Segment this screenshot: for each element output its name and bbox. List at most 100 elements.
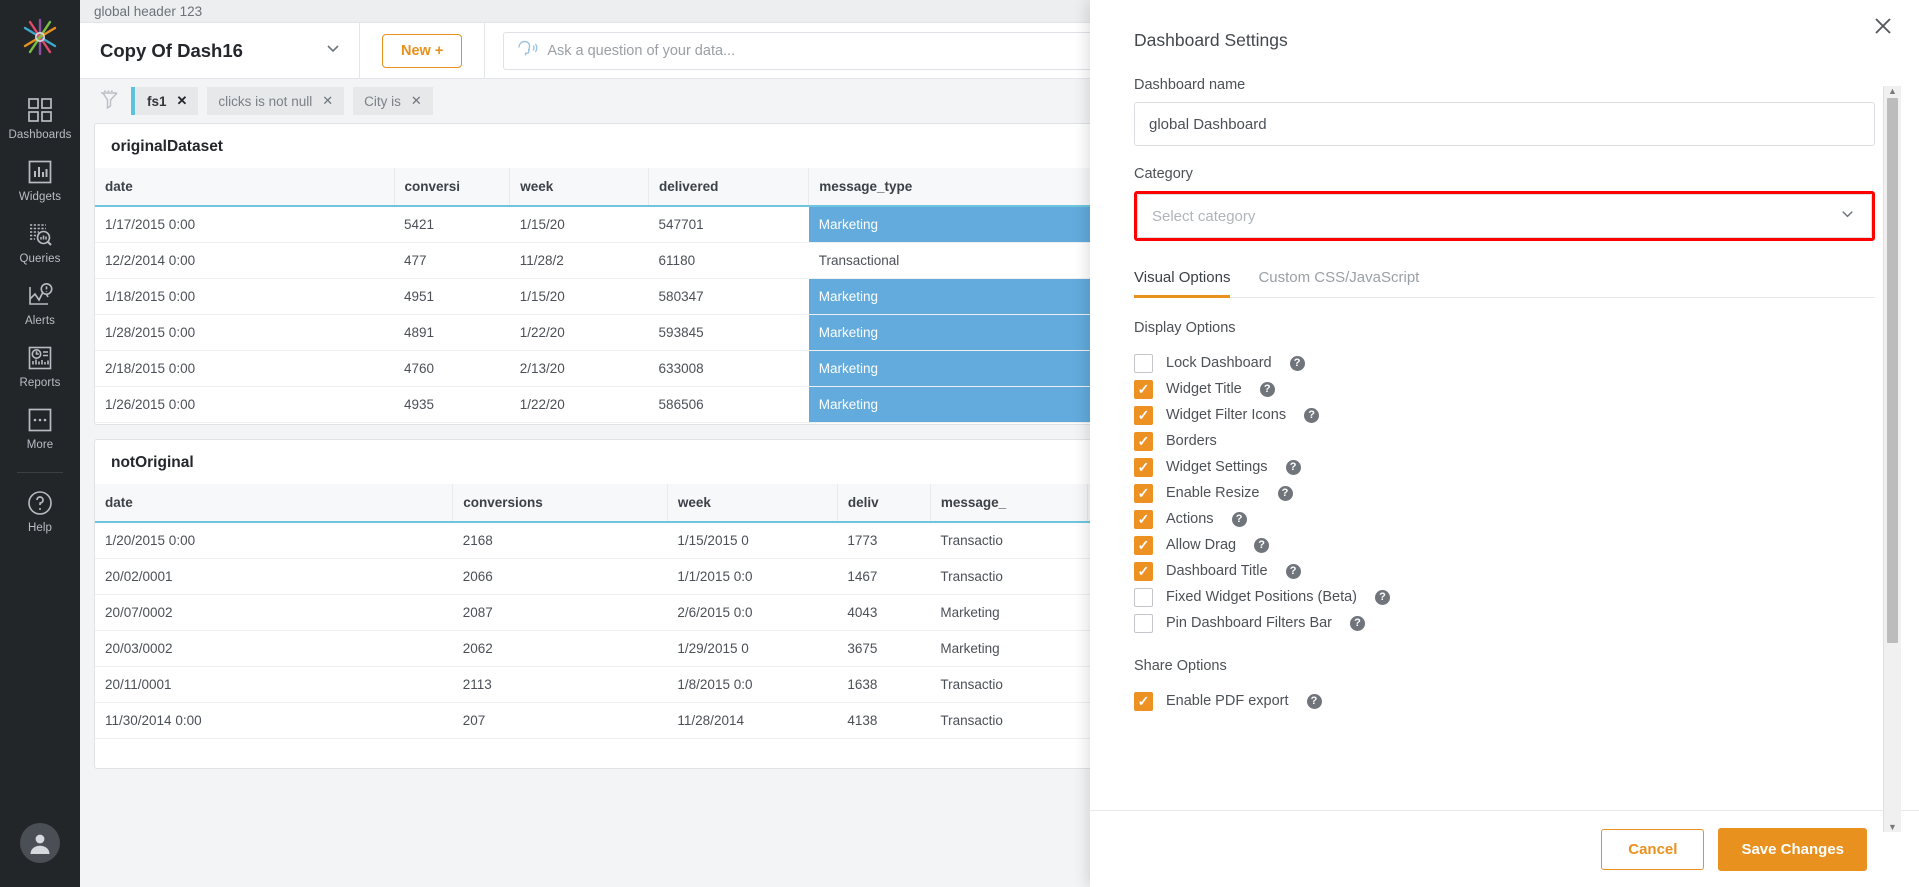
query-search-icon (24, 219, 56, 249)
checkbox-checked-icon[interactable] (1134, 692, 1153, 711)
table-cell: 2168 (453, 522, 668, 559)
table-cell: 1/22/20 (510, 387, 649, 423)
tab-custom-css-javascript[interactable]: Custom CSS/JavaScript (1258, 269, 1419, 297)
bar-chart-icon (24, 157, 56, 187)
help-icon[interactable]: ? (1286, 460, 1301, 475)
option-widget-title[interactable]: Widget Title? (1134, 376, 1875, 402)
avatar[interactable] (20, 823, 60, 863)
sidebar-item-help[interactable]: Help (0, 479, 80, 541)
settings-tabs: Visual Options Custom CSS/JavaScript (1134, 269, 1875, 298)
close-icon[interactable]: ✕ (177, 93, 188, 109)
checkbox-checked-icon[interactable] (1134, 380, 1153, 399)
table-cell: 1/15/20 (510, 279, 649, 315)
column-header[interactable]: week (667, 484, 837, 522)
column-header[interactable]: conversions (453, 484, 668, 522)
checkbox-checked-icon[interactable] (1134, 562, 1153, 581)
category-select[interactable]: Select category (1137, 194, 1872, 238)
help-icon[interactable]: ? (1232, 512, 1247, 527)
dashboard-selector[interactable]: Copy Of Dash16 (80, 23, 360, 78)
checkbox-checked-icon[interactable] (1134, 432, 1153, 451)
table-cell: 1/1/2015 0:0 (667, 559, 837, 595)
help-icon[interactable]: ? (1254, 538, 1269, 553)
help-icon[interactable]: ? (1304, 408, 1319, 423)
help-icon[interactable]: ? (1260, 382, 1275, 397)
help-icon[interactable]: ? (1278, 486, 1293, 501)
filter-chip-clicks[interactable]: clicks is not null ✕ (207, 87, 344, 115)
checkbox-unchecked-icon[interactable] (1134, 354, 1153, 373)
help-icon[interactable]: ? (1375, 590, 1390, 605)
checkbox-checked-icon[interactable] (1134, 510, 1153, 529)
help-icon[interactable]: ? (1350, 616, 1365, 631)
option-pin-dashboard-filters-bar[interactable]: Pin Dashboard Filters Bar? (1134, 610, 1875, 636)
panel-inner-scrollbar[interactable]: ▲ ▼ (1883, 86, 1901, 832)
close-icon[interactable]: ✕ (322, 93, 333, 109)
table-cell: 4760 (394, 351, 510, 387)
sidebar-item-widgets[interactable]: Widgets (0, 148, 80, 210)
app-logo-icon[interactable] (12, 6, 68, 68)
filter-chip-city[interactable]: City is ✕ (353, 87, 433, 115)
option-fixed-widget-positions-beta[interactable]: Fixed Widget Positions (Beta)? (1134, 584, 1875, 610)
filter-chip-label: clicks is not null (218, 94, 312, 109)
scroll-up-icon[interactable]: ▲ (1888, 86, 1897, 96)
option-widget-settings[interactable]: Widget Settings? (1134, 454, 1875, 480)
table-cell: 20/07/0002 (95, 595, 453, 631)
table-cell: 11/28/2 (510, 243, 649, 279)
display-options-heading: Display Options (1134, 320, 1875, 336)
sidebar-item-more[interactable]: More (0, 396, 80, 458)
sidebar-item-reports[interactable]: Reports (0, 334, 80, 396)
checkbox-checked-icon[interactable] (1134, 484, 1153, 503)
column-header[interactable]: message_ (930, 484, 1087, 522)
option-enable-resize[interactable]: Enable Resize? (1134, 480, 1875, 506)
tab-visual-options[interactable]: Visual Options (1134, 269, 1230, 297)
option-label: Enable Resize (1166, 485, 1260, 501)
table-cell: 2087 (453, 595, 668, 631)
option-enable-pdf-export[interactable]: Enable PDF export? (1134, 688, 1875, 714)
option-lock-dashboard[interactable]: Lock Dashboard? (1134, 350, 1875, 376)
table-cell: 2/13/20 (510, 351, 649, 387)
help-icon[interactable]: ? (1286, 564, 1301, 579)
column-header[interactable]: deliv (837, 484, 930, 522)
save-changes-button[interactable]: Save Changes (1718, 828, 1867, 871)
category-placeholder: Select category (1152, 208, 1255, 225)
filter-chip-fs1[interactable]: fs1 ✕ (131, 87, 198, 115)
table-cell: 4891 (394, 315, 510, 351)
close-icon[interactable]: ✕ (411, 93, 422, 109)
checkbox-checked-icon[interactable] (1134, 406, 1153, 425)
table-cell: 580347 (649, 279, 809, 315)
sidebar-item-queries[interactable]: Queries (0, 210, 80, 272)
column-header[interactable]: message_type (809, 168, 1094, 206)
column-header[interactable]: week (510, 168, 649, 206)
table-cell: 207 (453, 703, 668, 739)
scroll-down-icon[interactable]: ▼ (1888, 822, 1897, 832)
table-cell: 1/26/2015 0:00 (95, 387, 394, 423)
option-allow-drag[interactable]: Allow Drag? (1134, 532, 1875, 558)
table-cell: 1/15/2015 0 (667, 522, 837, 559)
column-header[interactable]: date (95, 168, 394, 206)
option-actions[interactable]: Actions? (1134, 506, 1875, 532)
table-cell: 1/17/2015 0:00 (95, 206, 394, 243)
column-header[interactable]: conversi (394, 168, 510, 206)
help-icon[interactable]: ? (1290, 356, 1305, 371)
table-cell: 5421 (394, 206, 510, 243)
column-header[interactable]: delivered (649, 168, 809, 206)
column-header[interactable]: date (95, 484, 453, 522)
table-cell: 4138 (837, 703, 930, 739)
category-label: Category (1134, 166, 1875, 182)
option-dashboard-title[interactable]: Dashboard Title? (1134, 558, 1875, 584)
option-widget-filter-icons[interactable]: Widget Filter Icons? (1134, 402, 1875, 428)
cancel-button[interactable]: Cancel (1601, 829, 1704, 870)
sidebar-item-alerts[interactable]: Alerts (0, 272, 80, 334)
help-icon[interactable]: ? (1307, 694, 1322, 709)
table-cell: 633008 (649, 351, 809, 387)
checkbox-unchecked-icon[interactable] (1134, 614, 1153, 633)
checkbox-unchecked-icon[interactable] (1134, 588, 1153, 607)
filter-funnel-icon[interactable] (96, 90, 122, 112)
table-cell: Transactio (930, 522, 1087, 559)
checkbox-checked-icon[interactable] (1134, 458, 1153, 477)
dashboard-name-input[interactable] (1134, 102, 1875, 146)
checkbox-checked-icon[interactable] (1134, 536, 1153, 555)
sidebar-item-dashboards[interactable]: Dashboards (0, 86, 80, 148)
option-borders[interactable]: Borders (1134, 428, 1875, 454)
new-button[interactable]: New + (382, 34, 462, 68)
table-cell: Marketing (809, 279, 1094, 315)
